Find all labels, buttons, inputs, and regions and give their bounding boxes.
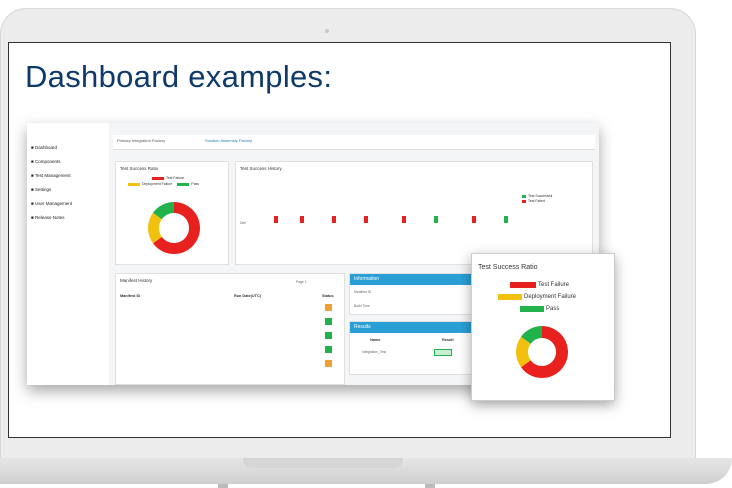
card-title: Test Success Ratio xyxy=(120,166,159,171)
success-history-card: Test Success History Test Successful Tes… xyxy=(235,161,593,265)
column-header: Result xyxy=(442,338,454,342)
information-card: Information Manifest ID Build Time xyxy=(349,273,479,315)
legend-label: Test Successful xyxy=(528,194,553,198)
panel-header: Results xyxy=(350,322,478,333)
legend-swatch xyxy=(177,182,190,186)
success-ratio-popup: Test Success Ratio Test Failure Deployme… xyxy=(471,253,615,401)
sidebar-item-settings[interactable]: ■ Settings xyxy=(31,187,51,192)
column-header: Name xyxy=(370,338,381,342)
sidebar-item-dashboard[interactable]: ■ Dashboard xyxy=(31,145,57,150)
sidebar-item-release-notes[interactable]: ■ Release Notes xyxy=(31,215,65,220)
history-mark xyxy=(332,216,336,223)
tab-solution-assembly[interactable]: Solution Assembly Factory xyxy=(205,138,252,143)
legend-swatch xyxy=(510,282,536,288)
column-header: Status xyxy=(322,294,334,298)
laptop-foot xyxy=(425,484,435,488)
pager[interactable]: Page 1 xyxy=(296,280,307,284)
manifest-history-card: Manifest History Page 1 Manifest ID Run … xyxy=(115,273,345,385)
legend-item-successful: Test Successful xyxy=(522,194,552,198)
panel-header: Information xyxy=(350,274,478,285)
card-title: Test Success History xyxy=(240,166,282,171)
sidebar-item-test-management[interactable]: ■ Test Management xyxy=(31,173,71,178)
legend-item-test-failure: Test Failure xyxy=(510,282,569,288)
status-badge xyxy=(325,318,332,325)
legend-item-failed: Test Failed xyxy=(522,199,545,203)
laptop-screen: Dashboard examples: ■ Dashboard ■ Compon… xyxy=(8,42,671,438)
legend-label: Test Failure xyxy=(166,176,185,180)
status-badge xyxy=(325,346,332,353)
popup-donut-chart xyxy=(516,326,568,378)
results-row-name: Integration_Test xyxy=(362,350,387,354)
legend-label: Test Failure xyxy=(538,282,570,288)
legend-label: Pass xyxy=(191,182,200,186)
legend-item-deployment-failure: Deployment Failure Pass xyxy=(128,182,199,186)
sidebar-item-label: Settings xyxy=(34,187,52,192)
status-badge xyxy=(325,304,332,311)
laptop-notch xyxy=(243,458,403,468)
tab-bar: Primary Integration Factory Solution Ass… xyxy=(113,135,595,150)
history-mark xyxy=(274,216,278,223)
small-donut-chart xyxy=(148,202,200,254)
status-badge xyxy=(325,332,332,339)
legend-swatch xyxy=(522,199,526,203)
popup-title: Test Success Ratio xyxy=(478,264,538,271)
legend-label: Test Failed xyxy=(528,199,545,203)
info-row-label: Build Time xyxy=(354,304,370,308)
legend-swatch xyxy=(128,182,140,186)
legend-item-test-failure: Test Failure xyxy=(152,176,184,180)
legend-swatch xyxy=(520,306,544,312)
sidebar-item-user-management[interactable]: ■ User Management xyxy=(31,201,72,206)
card-title: Manifest History xyxy=(120,278,153,283)
results-card: Results Name Result Integration_Test xyxy=(349,321,479,375)
info-row-label: Manifest ID xyxy=(354,290,372,294)
sidebar-item-components[interactable]: ■ Components xyxy=(31,159,60,164)
sidebar-item-label: Dashboard xyxy=(34,145,57,150)
success-ratio-card: Test Success Ratio Test Failure Deployme… xyxy=(115,161,229,265)
result-pass-badge xyxy=(434,349,452,356)
history-mark xyxy=(472,216,476,223)
tab-primary-integration[interactable]: Primary Integration Factory xyxy=(117,138,165,143)
sidebar-item-label: Test Management xyxy=(34,173,71,178)
history-mark xyxy=(364,216,368,223)
legend-label: Deployment Failure xyxy=(524,294,577,300)
history-mark xyxy=(434,216,438,223)
status-badge xyxy=(325,360,332,367)
sidebar: ■ Dashboard ■ Components ■ Test Manageme… xyxy=(27,123,109,385)
legend-swatch xyxy=(152,176,164,180)
legend-item-deployment-failure: Deployment Failure xyxy=(498,294,576,300)
history-row-label: Cell xyxy=(240,221,246,225)
sidebar-item-label: User Management xyxy=(34,201,72,206)
page-title: Dashboard examples: xyxy=(25,59,333,94)
camera-icon xyxy=(325,29,329,33)
legend-swatch xyxy=(498,294,522,300)
legend-label: Pass xyxy=(546,306,560,312)
legend-label: Deployment Failure xyxy=(142,182,173,186)
legend-swatch xyxy=(522,194,526,198)
legend-item-pass: Pass xyxy=(520,306,559,312)
sidebar-item-label: Components xyxy=(34,159,61,164)
history-mark xyxy=(300,216,304,223)
history-mark xyxy=(402,216,406,223)
column-header: Manifest ID xyxy=(120,294,141,298)
column-header: Run Date(UTC) xyxy=(234,294,261,298)
laptop-foot xyxy=(218,484,228,488)
sidebar-item-label: Release Notes xyxy=(34,215,65,220)
history-mark xyxy=(504,216,508,223)
